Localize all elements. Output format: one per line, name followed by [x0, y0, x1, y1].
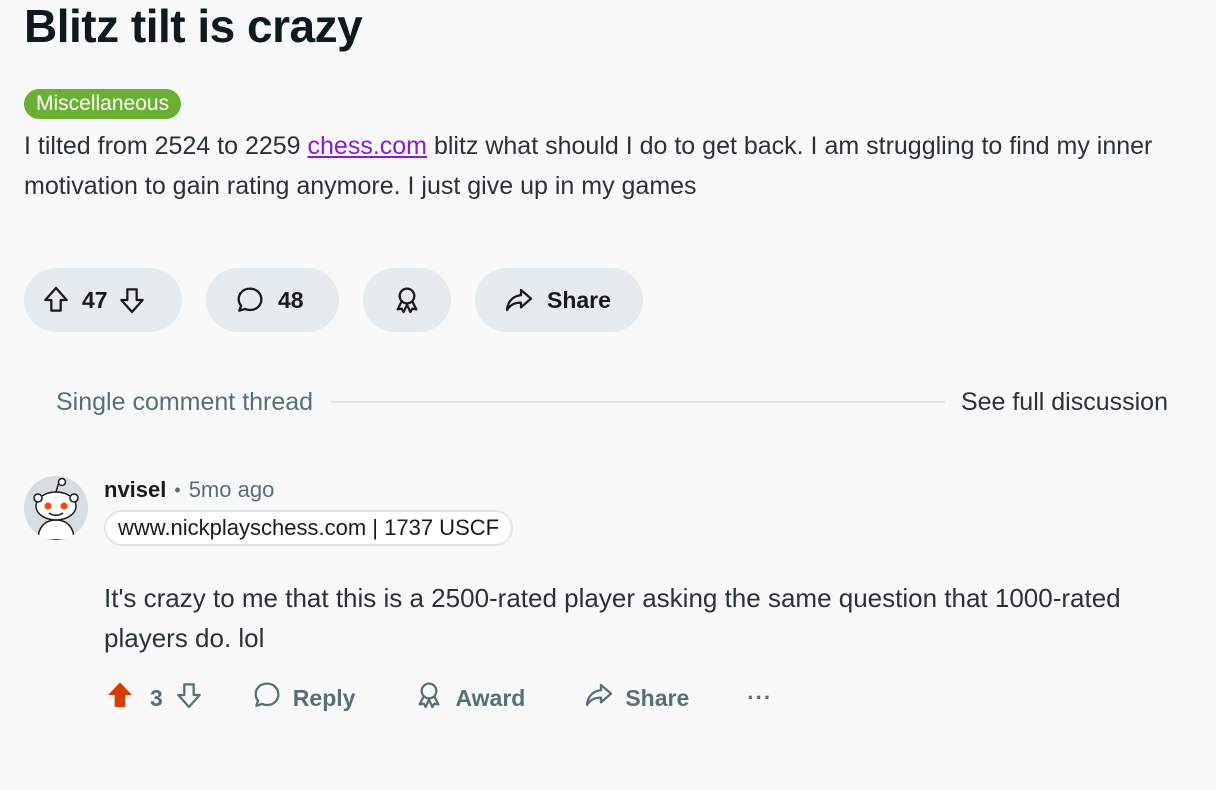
share-comment-label: Share — [625, 684, 690, 711]
upvote-filled-icon[interactable] — [104, 679, 136, 717]
see-full-discussion-link[interactable]: See full discussion — [961, 388, 1168, 417]
comment-time: 5mo ago — [188, 477, 275, 502]
post-vote-pill: 47 — [24, 268, 182, 332]
meta-separator: • — [174, 479, 181, 500]
reply-button[interactable]: Reply — [251, 679, 356, 717]
comment-vote-count: 3 — [150, 684, 163, 711]
post-body: I tilted from 2524 to 2259 chess.com bli… — [24, 126, 1194, 206]
post-comment-count: 48 — [278, 286, 304, 313]
single-thread-label: Single comment thread — [56, 387, 314, 416]
post-title: Blitz tilt is crazy — [24, 0, 363, 52]
downvote-icon[interactable] — [116, 284, 148, 316]
thread-divider — [331, 401, 945, 403]
post-page: Blitz tilt is crazy Miscellaneous I tilt… — [0, 0, 1216, 790]
award-button[interactable] — [363, 268, 451, 332]
share-icon — [503, 284, 535, 316]
comment-meta: nvisel • 5mo ago — [104, 476, 274, 504]
award-comment-button[interactable]: Award — [413, 679, 525, 717]
reply-label: Reply — [292, 684, 356, 711]
share-label: Share — [547, 286, 611, 313]
user-flair: www.nickplayschess.com | 1737 USCF — [104, 510, 514, 546]
more-icon[interactable]: ··· — [747, 685, 772, 711]
post-vote-count: 47 — [82, 286, 108, 313]
award-label: Award — [455, 684, 526, 711]
comment-actions: 3 Reply Award Share ··· — [104, 676, 772, 720]
comment-text: It's crazy to me that this is a 2500-rat… — [104, 583, 1121, 653]
upvote-icon[interactable] — [40, 284, 72, 316]
thread-bar: Single comment thread See full discussio… — [56, 382, 1168, 422]
chess-com-link[interactable]: chess.com — [308, 132, 427, 160]
award-icon — [413, 679, 445, 717]
share-comment-button[interactable]: Share — [583, 679, 689, 717]
post-flair[interactable]: Miscellaneous — [24, 89, 182, 119]
share-icon — [583, 679, 615, 717]
award-icon — [391, 284, 423, 316]
downvote-icon[interactable] — [173, 679, 205, 717]
comment-icon — [234, 284, 266, 316]
post-body-text-start: I tilted from 2524 to 2259 — [24, 132, 308, 160]
snoo-avatar-icon[interactable] — [24, 476, 88, 540]
reply-icon — [251, 679, 283, 717]
comments-button[interactable]: 48 — [206, 268, 339, 332]
comment-author[interactable]: nvisel — [104, 477, 166, 503]
share-button[interactable]: Share — [475, 268, 643, 332]
